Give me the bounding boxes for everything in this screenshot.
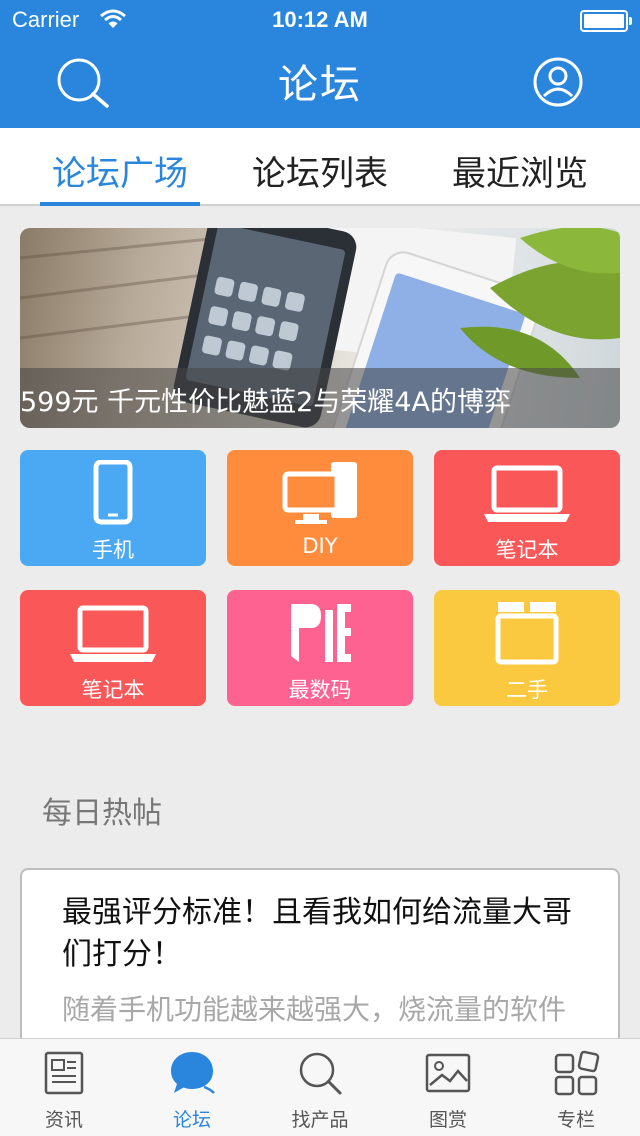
tab-forum-square[interactable]: 论坛广场 bbox=[40, 146, 200, 194]
desktop-icon bbox=[282, 462, 357, 524]
tabbar-item-forum[interactable]: 论坛 bbox=[128, 1039, 256, 1136]
banner-caption: 599元 千元性价比魅蓝2与荣耀4A的博弈 bbox=[20, 387, 511, 418]
laptop-icon bbox=[70, 605, 156, 662]
daily-hot-heading: 每日热帖 bbox=[42, 796, 162, 831]
search-icon bbox=[299, 1052, 342, 1095]
user-icon[interactable] bbox=[532, 56, 584, 108]
post-excerpt: 随着手机功能越来越强大，烧流量的软件 bbox=[62, 993, 567, 1026]
tabbar-item-news[interactable]: 资讯 bbox=[0, 1039, 128, 1136]
tabbar-label: 专栏 bbox=[556, 1109, 595, 1131]
pie-logo-icon bbox=[291, 604, 351, 662]
tabbar-label: 图赏 bbox=[428, 1109, 467, 1131]
phone-icon bbox=[93, 460, 133, 525]
active-tab-indicator bbox=[40, 202, 200, 206]
bottom-tab-bar: 资讯 论坛 找产品 图赏 专栏 bbox=[0, 1038, 640, 1136]
tabbar-item-gallery[interactable]: 图赏 bbox=[384, 1039, 512, 1136]
image-icon bbox=[425, 1053, 471, 1093]
laptop-icon bbox=[484, 465, 570, 522]
tabbar-item-column[interactable]: 专栏 bbox=[512, 1039, 640, 1136]
category-label: 笔记本 bbox=[81, 678, 145, 702]
tabbar-label: 论坛 bbox=[172, 1109, 211, 1131]
box-icon bbox=[495, 602, 559, 665]
category-phone[interactable]: 手机 bbox=[20, 450, 206, 566]
category-label: 二手 bbox=[506, 678, 548, 702]
grid-icon bbox=[554, 1050, 600, 1096]
battery-icon bbox=[580, 10, 632, 32]
category-digital[interactable]: 最数码 bbox=[227, 590, 413, 706]
category-secondhand[interactable]: 二手 bbox=[434, 590, 620, 706]
status-bar: Carrier 10:12 AM bbox=[0, 0, 640, 40]
category-laptop-2[interactable]: 笔记本 bbox=[20, 590, 206, 706]
tab-recent[interactable]: 最近浏览 bbox=[440, 146, 600, 194]
category-label: 最数码 bbox=[288, 678, 352, 702]
tabbar-label: 资讯 bbox=[44, 1109, 83, 1131]
category-laptop[interactable]: 笔记本 bbox=[434, 450, 620, 566]
tabbar-item-find-product[interactable]: 找产品 bbox=[256, 1039, 384, 1136]
segment-tabs: 论坛广场 论坛列表 最近浏览 bbox=[0, 128, 640, 206]
app-header: Carrier 10:12 AM 论坛 bbox=[0, 0, 640, 128]
featured-banner[interactable]: 599元 千元性价比魅蓝2与荣耀4A的博弈 bbox=[20, 228, 620, 428]
category-diy[interactable]: DIY bbox=[227, 450, 413, 566]
category-label: 笔记本 bbox=[495, 538, 559, 562]
status-time: 10:12 AM bbox=[272, 7, 368, 32]
news-icon bbox=[44, 1051, 84, 1095]
category-label: 手机 bbox=[92, 538, 134, 562]
post-title: 最强评分标准！且看我如何给流量大哥们打分！ bbox=[62, 895, 572, 972]
tab-forum-list[interactable]: 论坛列表 bbox=[240, 146, 400, 194]
chat-bubble-icon bbox=[171, 1052, 215, 1094]
tabbar-label: 找产品 bbox=[291, 1109, 349, 1131]
category-label: DIY bbox=[302, 534, 338, 558]
